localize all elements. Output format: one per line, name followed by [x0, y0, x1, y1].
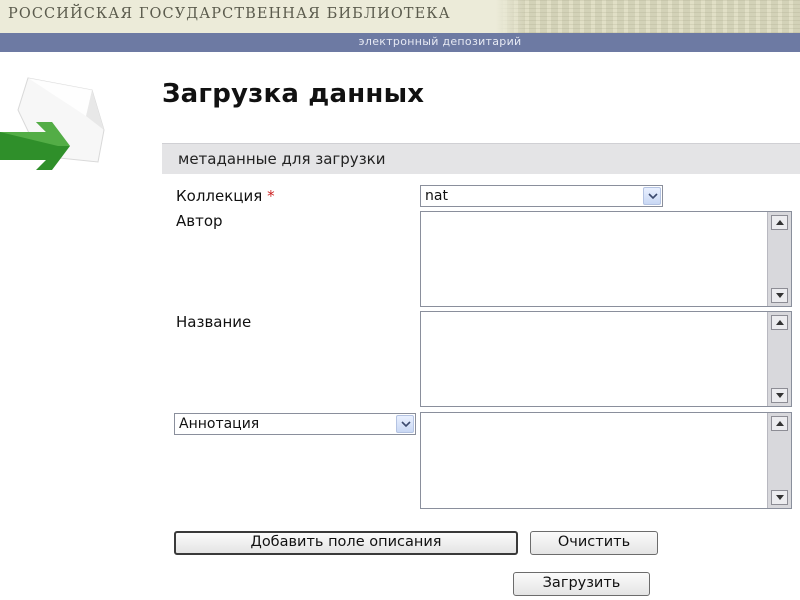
author-textarea	[420, 211, 792, 307]
author-scrollbar[interactable]	[767, 212, 791, 306]
collection-label-text: Коллекция	[176, 187, 263, 205]
description-type-value: Аннотация	[179, 416, 260, 432]
green-arrow-document-icon	[0, 70, 120, 185]
required-marker: *	[267, 187, 275, 205]
description-type-select[interactable]: Аннотация	[174, 413, 416, 435]
annotation-input[interactable]	[421, 413, 767, 508]
collection-select[interactable]: nat	[420, 185, 663, 207]
title-label: Название	[176, 313, 252, 331]
banner-texture	[496, 0, 800, 33]
scroll-up-arrow-icon[interactable]	[771, 315, 788, 330]
subtitle-bar: электронный депозитарий	[0, 33, 800, 52]
title-input[interactable]	[421, 312, 767, 406]
form-section-title: метаданные для загрузки	[178, 150, 386, 168]
site-subtitle: электронный депозитарий	[358, 35, 522, 48]
library-name: РОССИЙСКАЯ ГОСУДАРСТВЕННАЯ БИБЛИОТЕКА	[8, 6, 451, 22]
annotation-scrollbar[interactable]	[767, 413, 791, 508]
collection-select-value: nat	[425, 188, 448, 204]
title-textarea	[420, 311, 792, 407]
author-input[interactable]	[421, 212, 767, 306]
author-label: Автор	[176, 212, 223, 230]
collection-label: Коллекция *	[176, 187, 275, 205]
page-title: Загрузка данных	[162, 79, 425, 109]
scroll-down-arrow-icon[interactable]	[771, 490, 788, 505]
clear-button[interactable]: Очистить	[530, 531, 658, 555]
add-description-field-button[interactable]: Добавить поле описания	[174, 531, 518, 555]
annotation-textarea	[420, 412, 792, 509]
scroll-up-arrow-icon[interactable]	[771, 416, 788, 431]
upload-button[interactable]: Загрузить	[513, 572, 650, 596]
chevron-down-icon[interactable]	[643, 187, 661, 205]
scroll-up-arrow-icon[interactable]	[771, 215, 788, 230]
scroll-down-arrow-icon[interactable]	[771, 388, 788, 403]
form-section-header: метаданные для загрузки	[162, 143, 800, 174]
site-banner: РОССИЙСКАЯ ГОСУДАРСТВЕННАЯ БИБЛИОТЕКА	[0, 0, 800, 33]
chevron-down-icon[interactable]	[396, 415, 414, 433]
scroll-down-arrow-icon[interactable]	[771, 288, 788, 303]
title-scrollbar[interactable]	[767, 312, 791, 406]
